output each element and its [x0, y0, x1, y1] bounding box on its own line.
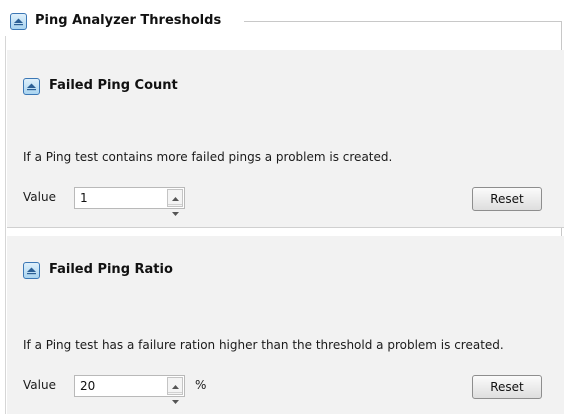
spin-down-icon: [171, 393, 179, 407]
failed-ping-count-input[interactable]: [75, 188, 161, 208]
failed-ping-ratio-panel: Failed Ping Ratio If a Ping test has a f…: [7, 236, 564, 414]
spin-up-icon: [171, 190, 179, 204]
collapse-up-icon: [13, 17, 24, 26]
failed-ping-ratio-collapse-button[interactable]: [23, 262, 40, 279]
spin-down-button[interactable]: [168, 392, 182, 407]
spin-up-button[interactable]: [168, 190, 182, 204]
failed-ping-ratio-input[interactable]: [75, 376, 161, 396]
failed-ping-count-title: Failed Ping Count: [49, 78, 178, 93]
failed-ping-count-description: If a Ping test contains more failed ping…: [23, 150, 393, 164]
collapse-up-icon: [26, 82, 37, 91]
failed-ping-ratio-description: If a Ping test has a failure ration high…: [23, 338, 504, 352]
collapse-up-icon: [26, 266, 37, 275]
failed-ping-ratio-spin-buttons: [167, 377, 183, 404]
spin-down-icon: [171, 205, 179, 219]
failed-ping-count-reset-button[interactable]: Reset: [472, 187, 542, 211]
failed-ping-ratio-unit: %: [195, 378, 207, 392]
failed-ping-count-spin-buttons: [167, 189, 183, 216]
failed-ping-count-spinner: [74, 187, 185, 216]
section-divider: [244, 21, 562, 22]
spin-down-button[interactable]: [168, 204, 182, 219]
failed-ping-ratio-spinner: [74, 375, 185, 404]
failed-ping-ratio-reset-button[interactable]: Reset: [472, 375, 542, 399]
section-title: Ping Analyzer Thresholds: [35, 13, 222, 28]
failed-ping-ratio-title: Failed Ping Ratio: [49, 262, 173, 277]
section-border-left: [5, 36, 6, 414]
failed-ping-ratio-value-label: Value: [23, 378, 56, 392]
failed-ping-count-collapse-button[interactable]: [23, 78, 40, 95]
spin-up-button[interactable]: [168, 378, 182, 392]
failed-ping-count-value-label: Value: [23, 190, 56, 204]
failed-ping-count-panel: Failed Ping Count If a Ping test contain…: [7, 50, 564, 228]
section-collapse-button[interactable]: [10, 13, 27, 30]
spin-up-icon: [171, 378, 179, 392]
